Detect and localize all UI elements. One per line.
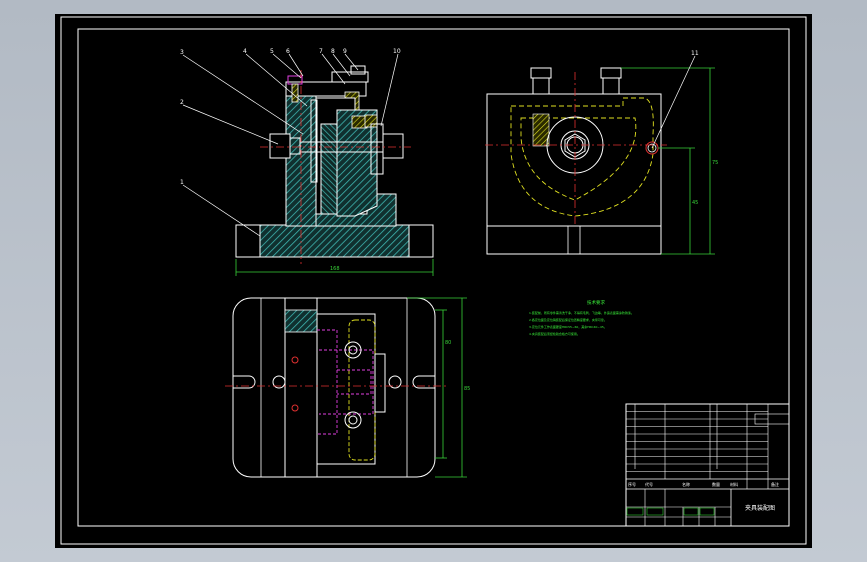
drawing-svg: 168 3 2 1 4 5 6 7 8 9 10 75 45 11 85 80 … (60, 16, 807, 545)
side-height-dim-2: 45 (692, 200, 698, 206)
plan-depth-dim-1: 85 (464, 386, 470, 392)
part-label-11: 11 (691, 50, 699, 57)
note-line-2: 2.各定位面及定位销装配后保证位置精度要求，夹紧可靠。 (529, 317, 607, 322)
bom-header-name: 名称 (682, 481, 690, 487)
front-view: 168 3 2 1 4 5 6 7 8 9 10 (180, 48, 434, 276)
plan-depth-dim-2: 80 (445, 340, 451, 346)
base-width-dim: 168 (330, 266, 340, 272)
part-label-1: 1 (180, 179, 184, 186)
part-label-7: 7 (319, 48, 323, 55)
part-label-8: 8 (331, 48, 335, 55)
note-line-4: 4.夹具装配后须经检验合格方可使用。 (529, 331, 580, 336)
note-line-1: 1.装配前，所有零件需清洗干净，不得有毛刺、飞边等，外露表面需涂防锈漆。 (529, 310, 634, 315)
part-label-3: 3 (180, 49, 184, 56)
title-block-title: 夹具装配图 (745, 504, 775, 512)
bom-header-qty: 数量 (712, 481, 720, 487)
drawing-sheet: 168 3 2 1 4 5 6 7 8 9 10 75 45 11 85 80 … (55, 14, 812, 548)
technical-notes: 技术要求 1.装配前，所有零件需清洗干净，不得有毛刺、飞边等，外露表面需涂防锈漆… (529, 299, 634, 336)
note-line-3: 3.定位元件工作表面硬度HRC55~60，其余HRC40~45。 (529, 324, 607, 329)
cad-window-canvas: 168 3 2 1 4 5 6 7 8 9 10 75 45 11 85 80 … (0, 0, 867, 562)
part-label-2: 2 (180, 99, 184, 106)
bom-header-remark: 备注 (771, 481, 779, 487)
title-block: 序号 代号 名称 数量 材料 备注 夹具装配图 (625, 403, 790, 527)
bom-header-no: 序号 (628, 481, 636, 487)
part-label-5: 5 (270, 48, 274, 55)
part-label-9: 9 (343, 48, 347, 55)
side-height-dim: 75 (712, 160, 718, 166)
part-label-10: 10 (393, 48, 401, 55)
notes-title: 技术要求 (587, 299, 605, 306)
part-label-6: 6 (286, 48, 290, 55)
part-label-4: 4 (243, 48, 247, 55)
outer-border (60, 16, 807, 545)
side-view: 75 45 11 (485, 50, 718, 255)
plan-view: 85 80 (225, 297, 470, 478)
bom-header-code: 代号 (645, 481, 653, 487)
inner-border (77, 28, 790, 527)
bom-header-material: 材料 (730, 481, 738, 487)
